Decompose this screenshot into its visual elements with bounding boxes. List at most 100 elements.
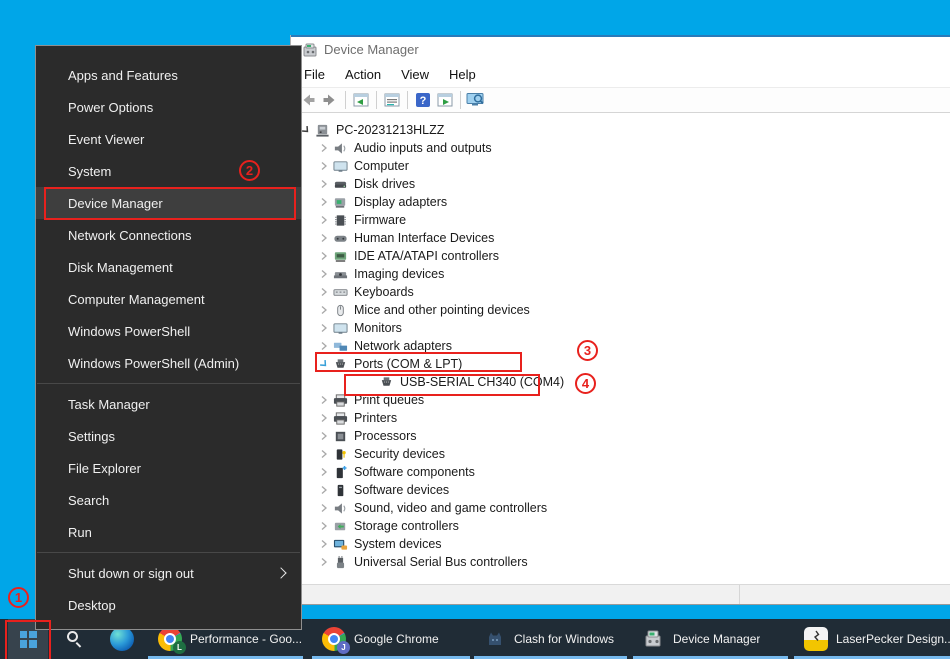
chevron-right-icon[interactable] [317,285,331,299]
tree-row-printers[interactable]: Printers [291,409,950,427]
annotation-step-1: 1 [8,587,29,608]
tree-row-usb-serial-ch340-com4[interactable]: USB-SERIAL CH340 (COM4) [291,373,950,391]
chevron-right-icon[interactable] [317,447,331,461]
tree-label: Network adapters [354,339,452,353]
window-bottom-band[interactable] [291,584,950,604]
chevron-right-icon[interactable] [317,501,331,515]
winx-item-label: System [68,164,111,179]
tree-row-software-components[interactable]: Software components [291,463,950,481]
winx-item-search[interactable]: Search [36,484,301,516]
menu-bar: FileActionViewHelp [291,62,950,87]
winx-item-windows-powershell[interactable]: Windows PowerShell [36,315,301,347]
menu-help[interactable]: Help [439,64,486,85]
winx-item-task-manager[interactable]: Task Manager [36,388,301,420]
toolbar-help-icon[interactable]: ? [412,90,434,110]
menu-action[interactable]: Action [335,64,391,85]
winx-item-desktop[interactable]: Desktop [36,589,301,621]
taskbar-button-clash-for-windows[interactable]: Clash for Windows [474,619,627,659]
highlight-box-start-button [5,620,51,659]
tree-row-mice-and-other-pointing-devices[interactable]: Mice and other pointing devices [291,301,950,319]
toolbar-scan-hardware-icon[interactable] [465,90,487,110]
annotation-step-4: 4 [575,373,596,394]
tree-label: Software devices [354,483,449,497]
tree-label: Sound, video and game controllers [354,501,547,515]
tree-row-universal-serial-bus-controllers[interactable]: Universal Serial Bus controllers [291,553,950,571]
menu-view[interactable]: View [391,64,439,85]
chevron-right-icon[interactable] [317,393,331,407]
tree-row-print-queues[interactable]: Print queues [291,391,950,409]
winx-item-power-options[interactable]: Power Options [36,91,301,123]
tree-row-disk-drives[interactable]: Disk drives [291,175,950,193]
tree-row-keyboards[interactable]: Keyboards [291,283,950,301]
chevron-right-icon[interactable] [317,303,331,317]
chevron-right-icon[interactable] [317,537,331,551]
tree-row-display-adapters[interactable]: Display adapters [291,193,950,211]
tree-row-audio-inputs-and-outputs[interactable]: Audio inputs and outputs [291,139,950,157]
tree-row-computer[interactable]: Computer [291,157,950,175]
chevron-right-icon[interactable] [317,141,331,155]
tree-row-sound-video-and-game-controllers[interactable]: Sound, video and game controllers [291,499,950,517]
winx-item-apps-and-features[interactable]: Apps and Features [36,59,301,91]
chevron-right-icon[interactable] [317,411,331,425]
chevron-right-icon[interactable] [317,195,331,209]
toolbar-show-console-icon[interactable] [350,90,372,110]
toolbar-action-window-icon[interactable] [434,90,456,110]
chevron-right-icon[interactable] [317,519,331,533]
tree-row-ports-com-lpt[interactable]: Ports (COM & LPT) [291,355,950,373]
search-icon [66,631,82,647]
taskbar-button-laserpecker-design[interactable]: LaserPecker Design... [794,619,950,659]
tree-row-network-adapters[interactable]: Network adapters [291,337,950,355]
chevron-right-icon[interactable] [317,213,331,227]
device-manager-icon [643,628,665,650]
winx-item-label: Windows PowerShell (Admin) [68,356,239,371]
winx-item-label: Task Manager [68,397,150,412]
chevron-down-icon[interactable] [317,357,331,371]
chevron-right-icon[interactable] [317,339,331,353]
title-bar[interactable]: Device Manager [291,37,950,62]
tree-label: System devices [354,537,442,551]
tree-label: Storage controllers [354,519,459,533]
chevron-right-icon[interactable] [317,267,331,281]
taskbar-button-google-chrome[interactable]: JGoogle Chrome [312,619,470,659]
chevron-right-icon[interactable] [317,321,331,335]
desktop: { "colors": { "desktop": "#00a6e8", "ann… [0,0,950,659]
chevron-right-icon[interactable] [317,177,331,191]
winx-item-label: Run [68,525,92,540]
chevron-right-icon[interactable] [317,249,331,263]
toolbar-properties-icon[interactable] [381,90,403,110]
chevron-right-icon[interactable] [317,483,331,497]
chevron-right-icon[interactable] [317,159,331,173]
tree-row-software-devices[interactable]: Software devices [291,481,950,499]
tree-row-monitors[interactable]: Monitors [291,319,950,337]
tree-row-ide-ata-atapi-controllers[interactable]: IDE ATA/ATAPI controllers [291,247,950,265]
tree-row-system-devices[interactable]: System devices [291,535,950,553]
tree-label: Disk drives [354,177,415,191]
edge-icon [110,627,134,651]
chevron-right-icon[interactable] [317,555,331,569]
winx-item-disk-management[interactable]: Disk Management [36,251,301,283]
winx-item-computer-management[interactable]: Computer Management [36,283,301,315]
winx-item-settings[interactable]: Settings [36,420,301,452]
chevron-right-icon[interactable] [317,429,331,443]
tree-row-storage-controllers[interactable]: Storage controllers [291,517,950,535]
toolbar-nav-forward-icon[interactable] [319,90,341,110]
tree-row-firmware[interactable]: Firmware [291,211,950,229]
winx-item-run[interactable]: Run [36,516,301,548]
tree-row-security-devices[interactable]: Security devices [291,445,950,463]
chevron-right-icon[interactable] [317,465,331,479]
tree-row-pc-20231213hlzz[interactable]: PC-20231213HLZZ [291,121,950,139]
chevron-right-icon[interactable] [317,231,331,245]
software-component-icon [333,465,348,480]
tree-label: Monitors [354,321,402,335]
tree-row-processors[interactable]: Processors [291,427,950,445]
winx-item-device-manager[interactable]: Device Manager [36,187,301,219]
winx-item-network-connections[interactable]: Network Connections [36,219,301,251]
winx-item-shut-down-or-sign-out[interactable]: Shut down or sign out [36,557,301,589]
tree-row-human-interface-devices[interactable]: Human Interface Devices [291,229,950,247]
tree-row-imaging-devices[interactable]: Imaging devices [291,265,950,283]
taskbar-button-device-manager[interactable]: Device Manager [633,619,788,659]
winx-item-system[interactable]: System [36,155,301,187]
winx-item-event-viewer[interactable]: Event Viewer [36,123,301,155]
winx-item-windows-powershell-admin[interactable]: Windows PowerShell (Admin) [36,347,301,379]
winx-item-file-explorer[interactable]: File Explorer [36,452,301,484]
